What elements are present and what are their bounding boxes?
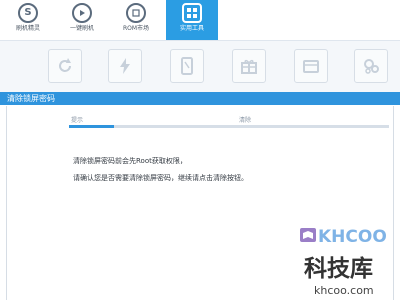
step-progress-track	[69, 125, 389, 128]
khcoo-logo: KHCOO 科技库 khcoo.com	[300, 227, 387, 297]
tab-label: ROM市场	[122, 25, 150, 32]
gears-icon	[364, 59, 379, 74]
tab-label: 刷机精灵	[15, 25, 40, 32]
flash-icon	[120, 58, 130, 74]
tablet-icon	[181, 57, 193, 75]
step-progress-fill	[69, 125, 114, 128]
tab-flash-wizard[interactable]: S 刷机精灵	[2, 0, 54, 40]
play-icon	[72, 3, 92, 23]
gift-icon	[241, 59, 257, 74]
rom-market-icon	[126, 3, 146, 23]
tab-label: 一键刷机	[69, 25, 94, 32]
flash-button[interactable]	[108, 49, 142, 83]
utility-toolbar	[0, 41, 400, 92]
tab-rom-market[interactable]: ROM市场	[110, 0, 162, 40]
svg-text:KHCOO: KHCOO	[318, 227, 387, 247]
tab-utilities[interactable]: 实用工具	[166, 0, 218, 40]
section-title: 清除锁屏密码	[7, 94, 55, 103]
refresh-icon	[59, 58, 71, 72]
message-line-1: 清除锁屏密码前会先Root获取权限，	[73, 157, 187, 165]
top-nav: S 刷机精灵 一键刷机 ROM市场 实用工具	[0, 0, 400, 41]
section-header: 清除锁屏密码	[0, 92, 400, 105]
grid-icon	[182, 3, 202, 23]
svg-text:科技库: 科技库	[304, 256, 373, 282]
gift-button[interactable]	[232, 49, 266, 83]
message-line-2: 请确认您是否需要清除锁屏密码，继续请点击清除按钮。	[73, 174, 248, 182]
tab-label: 实用工具	[179, 25, 204, 32]
watermark: KHCOO 科技库 khcoo.com	[298, 220, 396, 300]
svg-text:khcoo.com: khcoo.com	[314, 284, 374, 297]
backup-button[interactable]	[294, 49, 328, 83]
step-hint-label: 提示	[71, 117, 84, 124]
s-logo-icon: S	[18, 3, 38, 23]
refresh-button[interactable]	[48, 49, 82, 83]
step-clear-label: 清除	[239, 117, 252, 124]
settings-button[interactable]	[354, 49, 388, 83]
folder-icon	[303, 60, 319, 73]
device-info-button[interactable]	[170, 49, 204, 83]
tab-one-click-flash[interactable]: 一键刷机	[56, 0, 108, 40]
